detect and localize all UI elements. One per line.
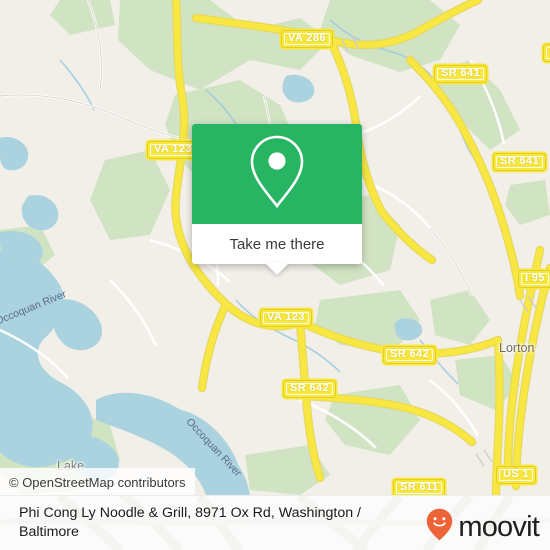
moovit-brand[interactable]: moovit	[426, 508, 540, 546]
map-screenshot: Occoquan River Occoquan River Lorton Lak…	[0, 0, 550, 550]
popup-action-bar[interactable]: Take me there	[192, 224, 362, 275]
place-title: Phi Cong Ly Noodle & Grill, 8971 Ox Rd, …	[19, 505, 361, 540]
popup-pointer-tail	[265, 263, 289, 275]
road-shield-sr-642-east[interactable]: SR 642	[383, 346, 437, 364]
take-me-there-label: Take me there	[229, 235, 325, 253]
popup-header	[192, 124, 362, 224]
road-shield-sr-641-east[interactable]: SR 641	[493, 153, 547, 171]
road-shield-va-edge[interactable]: VA	[543, 44, 550, 62]
road-shield-va-286[interactable]: VA 286	[281, 30, 333, 48]
map-pin-icon	[247, 133, 307, 216]
road-shield-us-1[interactable]: US 1	[496, 466, 537, 484]
moovit-wordmark: moovit	[458, 510, 539, 543]
location-popup-card[interactable]: Take me there	[192, 124, 362, 275]
road-shield-va-123-center[interactable]: VA 123	[260, 309, 312, 327]
road-shield-sr-641-north[interactable]: SR 641	[434, 65, 488, 83]
place-label-lorton: Lorton	[499, 341, 535, 355]
map-canvas[interactable]: Occoquan River Occoquan River Lorton Lak…	[0, 0, 550, 495]
road-shield-sr-642-west[interactable]: SR 642	[283, 380, 337, 398]
road-shield-i-95[interactable]: I 95	[518, 270, 550, 288]
moovit-smiley-pin-icon	[426, 508, 453, 546]
osm-attribution[interactable]: © OpenStreetMap contributors	[0, 468, 195, 495]
road-shield-sr-611[interactable]: SR 611	[393, 479, 446, 495]
footer-bar: Phi Cong Ly Noodle & Grill, 8971 Ox Rd, …	[0, 495, 550, 550]
